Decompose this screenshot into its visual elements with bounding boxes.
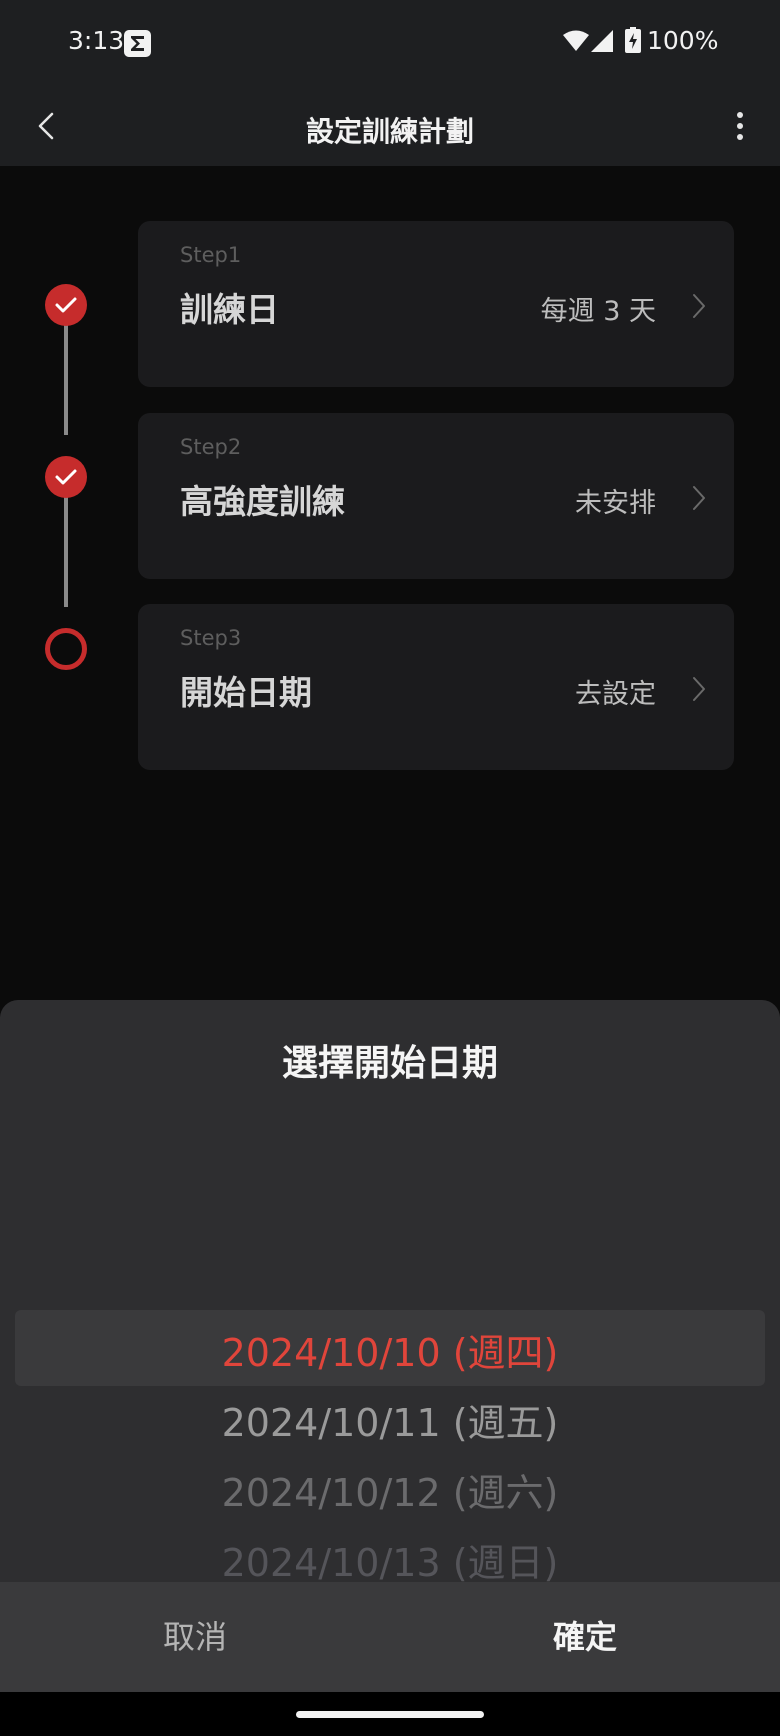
more-options-button[interactable] (726, 106, 754, 146)
step-label: Step3 (180, 626, 242, 650)
step-complete-icon (45, 456, 87, 498)
battery-percentage: 100% (647, 26, 719, 55)
step-card-training-days[interactable]: Step1 訓練日 每週 3 天 (138, 221, 734, 387)
screen: 3:13 100% 設定訓練計劃 Step1 訓練日 每週 3 天 Step2 … (0, 0, 780, 1736)
battery-charging-icon (625, 27, 641, 57)
step-title: 高強度訓練 (180, 482, 345, 521)
step-value: 每週 3 天 (540, 296, 656, 327)
date-option[interactable]: 2024/10/12 (週六) (0, 1462, 780, 1517)
step-value: 未安排 (575, 488, 656, 519)
wifi-icon (563, 30, 589, 56)
step-label: Step2 (180, 435, 242, 459)
step-pending-icon (45, 628, 87, 670)
more-vertical-icon (737, 112, 743, 140)
confirm-button[interactable]: 確定 (390, 1582, 780, 1692)
signal-icon (591, 30, 613, 56)
home-indicator[interactable] (296, 1711, 484, 1718)
app-header: 設定訓練計劃 (0, 88, 780, 166)
status-time: 3:13 (68, 26, 125, 55)
sheet-actions: 取消 確定 (0, 1582, 780, 1692)
chevron-right-icon (693, 294, 705, 318)
chevron-right-icon (693, 677, 705, 701)
app-notification-icon (124, 30, 151, 57)
training-plan-steps: Step1 訓練日 每週 3 天 Step2 高強度訓練 未安排 Step3 開… (0, 166, 780, 1000)
page-title: 設定訓練計劃 (305, 115, 474, 148)
step-value: 去設定 (575, 679, 656, 710)
date-option[interactable]: 2024/10/11 (週五) (0, 1392, 780, 1447)
step-title: 開始日期 (180, 673, 312, 712)
status-bar: 3:13 100% (0, 0, 780, 88)
date-option-selected[interactable]: 2024/10/10 (週四) (0, 1322, 780, 1377)
cancel-button[interactable]: 取消 (0, 1582, 390, 1692)
step-title: 訓練日 (180, 290, 279, 329)
sheet-title: 選擇開始日期 (281, 1043, 498, 1084)
system-nav-bar (0, 1692, 780, 1736)
step-card-high-intensity[interactable]: Step2 高強度訓練 未安排 (138, 413, 734, 579)
date-option[interactable]: 2024/10/13 (週日) (0, 1532, 780, 1582)
step-card-start-date[interactable]: Step3 開始日期 去設定 (138, 604, 734, 770)
step-label: Step1 (180, 243, 242, 267)
date-picker-sheet: 選擇開始日期 2024/10/10 (週四) 2024/10/11 (週五) 2… (0, 1000, 780, 1692)
chevron-right-icon (693, 486, 705, 510)
date-picker-wheel[interactable]: 2024/10/10 (週四) 2024/10/11 (週五) 2024/10/… (0, 1300, 780, 1582)
step-complete-icon (45, 284, 87, 326)
